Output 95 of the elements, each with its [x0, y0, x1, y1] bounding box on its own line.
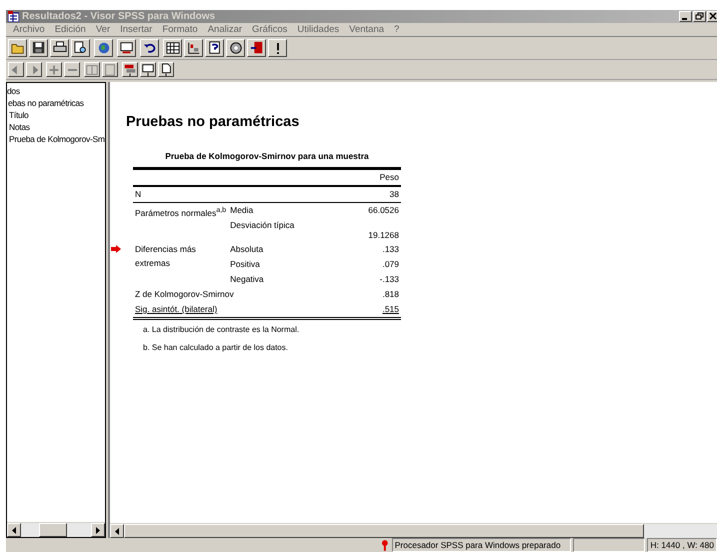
close-icon: [708, 12, 717, 21]
globe-icon: [96, 41, 110, 55]
row-label: Parámetros normales$^{a,b}$: [135, 208, 226, 218]
status-message: Procesador SPSS para Windows preparado: [392, 538, 572, 552]
toolbar-button[interactable]: [8, 39, 27, 57]
menu-item[interactable]: Analizar: [202, 24, 248, 35]
outline-item[interactable]: Notas: [9, 121, 105, 133]
printer-icon: [52, 41, 66, 55]
menu-item[interactable]: ?: [389, 24, 404, 35]
toolbar-button[interactable]: [184, 39, 203, 57]
outline-item[interactable]: Título: [9, 109, 105, 121]
right-arrow-icon: [95, 526, 101, 534]
scroll-left-button[interactable]: [7, 523, 21, 537]
footnote: b. Se han calculado a partir de los datos.: [142, 342, 289, 354]
outline-item[interactable]: ebas no paramétricas: [8, 97, 105, 109]
toolbar-button[interactable]: [46, 62, 62, 77]
toolbar-button[interactable]: [117, 39, 136, 57]
toolbar-button[interactable]: [268, 39, 287, 57]
toolbar-button[interactable]: [140, 62, 156, 77]
folder-icon: [10, 41, 24, 55]
toolbar-button[interactable]: [102, 62, 118, 77]
statistic-label: Negativa: [230, 274, 264, 284]
footnote: a. La distribución de contraste es la Normal.: [142, 324, 300, 336]
status-icon: [380, 539, 390, 551]
toolbar-button[interactable]: [158, 62, 174, 77]
value-cell: .515: [382, 304, 399, 314]
row-label: Z de Kolmogorov-Smirnov: [135, 289, 234, 299]
left-arrow-icon: [114, 528, 120, 534]
toolbar-button[interactable]: [226, 39, 245, 57]
panel-icon: [141, 62, 155, 76]
section-heading: Pruebas no paramétricas: [126, 114, 300, 130]
toolbar-button[interactable]: [247, 39, 266, 57]
book-icon: [85, 62, 99, 76]
menu-item[interactable]: Edición: [50, 24, 91, 35]
column-header: Peso: [380, 172, 399, 182]
statistic-label: Media: [230, 205, 254, 215]
monitor-icon: [120, 41, 134, 55]
help-icon: [208, 41, 222, 55]
toolbar-button[interactable]: [8, 62, 24, 77]
toolbar-button[interactable]: [140, 39, 159, 57]
scroll-right-button[interactable]: [91, 523, 105, 537]
value-cell: -.133: [380, 274, 399, 284]
document-icon: [159, 62, 173, 76]
stack-icon: [250, 41, 264, 55]
scroll-left-button[interactable]: [110, 524, 124, 538]
value-cell: .818: [382, 289, 399, 299]
toolbar-button[interactable]: [26, 62, 42, 77]
grid-icon: [166, 41, 180, 55]
restore-icon: [694, 12, 705, 21]
menu-item[interactable]: Ventana: [344, 24, 390, 35]
value-cell: 19.1268: [368, 230, 399, 240]
print-preview-icon: [74, 41, 88, 55]
menu-item[interactable]: Utilidades: [292, 24, 344, 35]
value-cell: .133: [382, 244, 399, 254]
disc-icon: [228, 41, 242, 55]
app-icon: [8, 11, 19, 22]
toolbar-button[interactable]: [71, 39, 90, 57]
table-title: Prueba de Kolmogorov-Smirnov para una muestra: [164, 151, 370, 161]
scrollbar-thumb[interactable]: [124, 524, 644, 538]
toolbar-button[interactable]: [84, 62, 100, 77]
statistic-label: Desviación típica: [230, 220, 294, 230]
minus-icon: [68, 68, 76, 70]
statistic-label: Absoluta: [230, 244, 264, 254]
toolbar-button[interactable]: [122, 62, 138, 77]
value-cell: 66.0526: [368, 205, 399, 215]
outline-item[interactable]: dos: [7, 85, 105, 97]
toolbar-button[interactable]: [29, 39, 48, 57]
value-cell: .079: [382, 259, 399, 269]
toolbar-button[interactable]: [163, 39, 182, 57]
restore-button[interactable]: [693, 11, 706, 22]
menu-item[interactable]: Insertar: [115, 24, 158, 35]
status-size: H: 1440 , W: 480: [647, 538, 717, 552]
plus-icon: [47, 62, 61, 76]
toolbar-button[interactable]: [64, 62, 80, 77]
page-icon: [103, 62, 117, 76]
undo-icon: [142, 41, 156, 55]
row-label: Sig. asintót. (bilateral): [135, 304, 218, 314]
window-title: Resultados2 - Visor SPSS para Windows: [22, 11, 216, 22]
toolbar-button[interactable]: [205, 39, 224, 57]
statistic-label: Positiva: [230, 259, 260, 269]
flags-icon: [123, 62, 137, 76]
menu-item[interactable]: Formato: [157, 24, 203, 35]
minimize-button[interactable]: [679, 11, 692, 22]
menu-item[interactable]: Ver: [90, 24, 116, 35]
close-button[interactable]: [707, 11, 717, 22]
chart-icon: [186, 41, 200, 55]
scrollbar-thumb[interactable]: [39, 523, 67, 537]
left-arrow-icon: [11, 526, 17, 534]
toolbar-button[interactable]: [94, 39, 113, 57]
menu-item[interactable]: Gráficos: [247, 24, 292, 35]
value-cell: 38: [390, 189, 399, 199]
toolbar-button[interactable]: [50, 39, 69, 57]
row-label: N: [135, 189, 142, 199]
row-label: Diferencias más extremas: [135, 244, 196, 268]
menu-item[interactable]: Archivo: [8, 24, 50, 35]
